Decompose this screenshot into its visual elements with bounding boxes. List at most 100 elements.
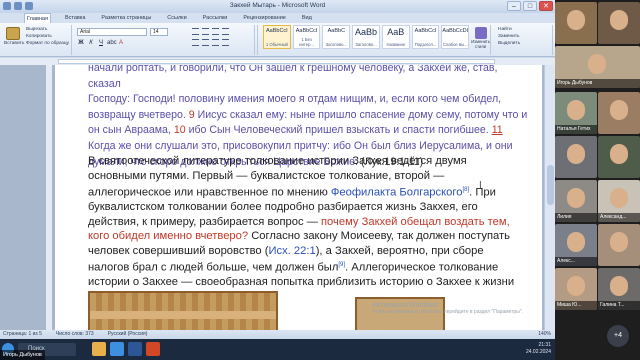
multilevel-list-icon[interactable] bbox=[212, 28, 219, 35]
participant-video bbox=[567, 232, 585, 252]
participant-tile[interactable] bbox=[598, 2, 640, 44]
exodus-link[interactable]: Исх. 22:1 bbox=[268, 245, 315, 257]
participant-tile[interactable]: Алекс... bbox=[555, 224, 597, 266]
participant-video bbox=[567, 188, 585, 208]
scroll-thumb[interactable] bbox=[547, 165, 554, 205]
vertical-scrollbar[interactable] bbox=[544, 65, 555, 330]
participant-tile[interactable] bbox=[598, 224, 640, 266]
style-name: Заголово... bbox=[355, 42, 377, 47]
format-painter-button[interactable]: Формат по образцу bbox=[26, 41, 69, 46]
bold-icon[interactable]: Ж bbox=[77, 39, 85, 47]
app-icon[interactable] bbox=[146, 342, 160, 356]
style-sample: AaBb bbox=[355, 27, 378, 37]
tab-view[interactable]: Вид bbox=[300, 13, 314, 23]
tab-insert[interactable]: Вставка bbox=[63, 13, 87, 23]
font-size-select[interactable]: 14 bbox=[150, 28, 168, 36]
word-count[interactable]: Число слов: 373 bbox=[56, 330, 94, 339]
verse-11-number: 11 bbox=[491, 124, 503, 137]
tab-references[interactable]: Ссылки bbox=[165, 13, 188, 23]
participant-video bbox=[567, 276, 585, 296]
justify-icon[interactable] bbox=[222, 39, 229, 46]
find-button[interactable]: Найти bbox=[498, 27, 520, 32]
underline-icon[interactable]: Ч bbox=[97, 39, 105, 47]
participant-name: Алекс... bbox=[555, 257, 597, 266]
minimize-button[interactable]: – bbox=[507, 1, 521, 11]
font-name-select[interactable]: Arial bbox=[77, 28, 147, 36]
participant-name: Игорь Дыбунов bbox=[555, 79, 640, 88]
participant-video bbox=[567, 10, 585, 30]
participant-video bbox=[588, 54, 606, 74]
participant-tile[interactable]: Игорь Дыбунов bbox=[555, 46, 640, 88]
document-area: начали роптать, и говорили, что Он зашел… bbox=[0, 65, 555, 330]
system-tray[interactable]: 21:31 24.02.2024 bbox=[526, 342, 551, 356]
numbering-icon[interactable] bbox=[202, 28, 209, 35]
participant-tile[interactable]: Александ... bbox=[598, 180, 640, 222]
style-0[interactable]: AaBbCcI 1 Обычный bbox=[263, 25, 291, 49]
participant-tile[interactable] bbox=[555, 2, 597, 44]
language-indicator[interactable]: Русский (Россия) bbox=[108, 330, 148, 339]
participant-name: Галина Т... bbox=[598, 301, 640, 310]
italic-icon[interactable]: К bbox=[87, 39, 95, 47]
strikethrough-icon[interactable]: abc bbox=[107, 39, 117, 47]
change-styles-button[interactable]: Изменить стили bbox=[471, 25, 490, 49]
window-controls: – □ ✕ bbox=[507, 1, 553, 11]
font-color-icon[interactable]: A bbox=[117, 39, 125, 47]
vertical-ruler[interactable] bbox=[46, 65, 52, 330]
status-bar: Страница: 1 из 5 Число слов: 373 Русский… bbox=[0, 330, 555, 339]
participant-tile[interactable]: Миша Ю... bbox=[555, 268, 597, 310]
replace-button[interactable]: Заменить bbox=[498, 34, 520, 39]
tab-home[interactable]: Главная bbox=[24, 13, 51, 23]
pilcrow-icon[interactable] bbox=[222, 28, 229, 35]
align-center-icon[interactable] bbox=[202, 39, 209, 46]
participant-tile[interactable] bbox=[555, 136, 597, 178]
word-icon[interactable] bbox=[128, 342, 142, 356]
close-button[interactable]: ✕ bbox=[539, 1, 553, 11]
style-3[interactable]: AaBb Заголово... bbox=[352, 25, 380, 49]
page-count[interactable]: Страница: 1 из 5 bbox=[3, 330, 42, 339]
theophylact-link[interactable]: Феофилакта Болгарского bbox=[331, 187, 463, 199]
participant-name: Александ... bbox=[598, 213, 640, 222]
style-2[interactable]: AaBbC Заголово... bbox=[322, 25, 351, 49]
participant-tile[interactable] bbox=[598, 136, 640, 178]
participant-tile[interactable]: Галина Т... bbox=[598, 268, 640, 310]
file-explorer-icon[interactable] bbox=[92, 342, 106, 356]
taskbar-apps bbox=[92, 342, 160, 356]
style-name: Подзагол... bbox=[414, 42, 437, 47]
style-4[interactable]: AaB Название bbox=[381, 25, 410, 49]
style-6[interactable]: AaBbCcDI Слабое вы... bbox=[441, 25, 470, 49]
style-sample: AaBbCcI bbox=[414, 28, 437, 34]
tab-mailings[interactable]: Рассылки bbox=[201, 13, 230, 23]
more-participants-badge[interactable]: +4 bbox=[607, 325, 629, 347]
zoom-level[interactable]: 140% bbox=[538, 330, 551, 339]
style-name: Слабое вы... bbox=[442, 42, 468, 47]
style-5[interactable]: AaBbCcI Подзагол... bbox=[411, 25, 440, 49]
participant-tile[interactable]: Лилия bbox=[555, 180, 597, 222]
gospel-line-2: Господу: Господи! половину имения моего … bbox=[88, 93, 502, 106]
tab-review[interactable]: Рецензирование bbox=[241, 13, 287, 23]
participant-name: Миша Ю... bbox=[555, 301, 597, 310]
style-1[interactable]: AaBbCcI 1 Без интер... bbox=[292, 25, 321, 49]
cut-button[interactable]: Вырезать bbox=[26, 27, 69, 32]
edge-icon[interactable] bbox=[110, 342, 124, 356]
align-right-icon[interactable] bbox=[212, 39, 219, 46]
bullets-icon[interactable] bbox=[192, 28, 199, 35]
maximize-button[interactable]: □ bbox=[523, 1, 537, 11]
paste-label: Вставить bbox=[4, 41, 25, 46]
participant-tile[interactable] bbox=[598, 92, 640, 134]
paste-button[interactable]: Вставить bbox=[4, 27, 25, 49]
icon-image bbox=[88, 291, 278, 330]
window-title: Закхей Мытарь - Microsoft Word bbox=[229, 2, 326, 9]
style-name: Название bbox=[386, 42, 406, 47]
horizontal-ruler[interactable] bbox=[0, 58, 555, 65]
participant-video bbox=[610, 232, 628, 252]
select-button[interactable]: Выделить bbox=[498, 41, 520, 46]
document-page[interactable]: начали роптать, и говорили, что Он зашел… bbox=[55, 65, 542, 330]
copy-button[interactable]: Копировать bbox=[26, 34, 69, 39]
participant-name: Наталья Гетих bbox=[555, 125, 597, 134]
tab-page-layout[interactable]: Разметка страницы bbox=[99, 13, 153, 23]
style-sample: AaBbCcI bbox=[295, 28, 318, 34]
align-left-icon[interactable] bbox=[192, 39, 199, 46]
activation-title: Активация Windows bbox=[372, 300, 439, 309]
participants-panel: Игорь Дыбунов Наталья Гетих Лилия Александ.… bbox=[555, 0, 640, 360]
participant-tile[interactable]: Наталья Гетих bbox=[555, 92, 597, 134]
